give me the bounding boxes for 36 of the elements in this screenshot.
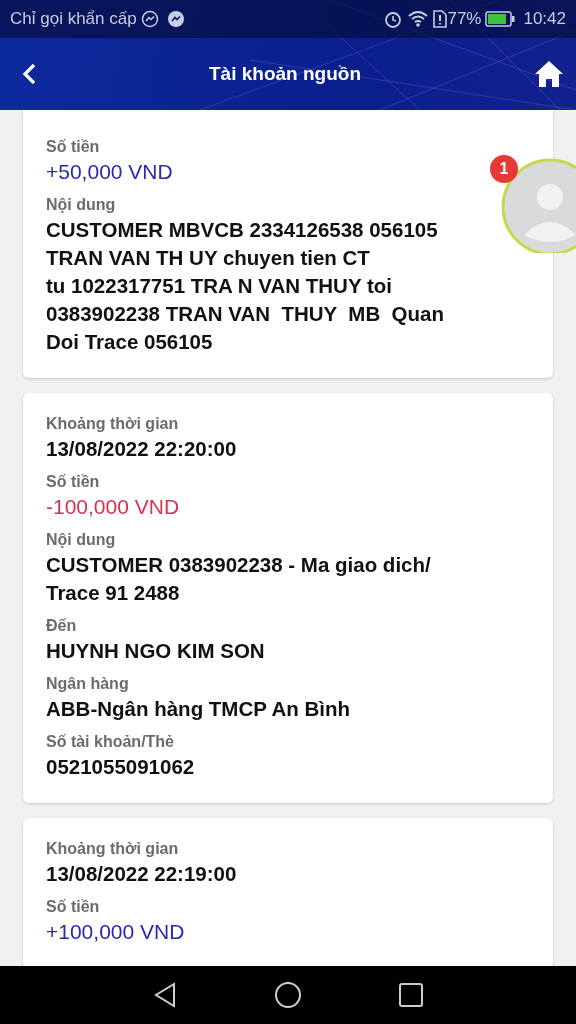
- field-value: CUSTOMER 0383902238 - Ma giao dich/ Trace 91 2488: [46, 552, 431, 606]
- field-label: Đến: [46, 616, 78, 636]
- field-value: 13/08/2022 22:19:00: [46, 861, 237, 887]
- field-value: 13/08/2022 22:20:00: [46, 436, 237, 462]
- battery-icon: [485, 11, 516, 27]
- field-value: ABB-Ngân hàng TMCP An Bình: [46, 696, 351, 722]
- field-label: Khoảng thời gian: [46, 414, 180, 434]
- sim-alert-icon: [433, 9, 448, 29]
- field-label: Ngân hàng: [46, 674, 130, 694]
- field-label: Nội dung: [46, 530, 117, 550]
- clock-time: 10:42: [523, 8, 566, 31]
- field-value: 0521055091062: [46, 754, 195, 780]
- home-icon[interactable]: [534, 59, 564, 89]
- messenger-icon: [140, 10, 159, 28]
- recents-nav-icon[interactable]: [398, 982, 424, 1008]
- battery-percent: 77%: [447, 8, 482, 31]
- amount-value: +100,000 VND: [46, 919, 185, 945]
- amount-value: -100,000 VND: [46, 494, 180, 520]
- chat-head-avatar[interactable]: [500, 157, 576, 253]
- amount-value: +50,000 VND: [46, 159, 173, 185]
- field-value: HUYNH NGO KIM SON: [46, 638, 265, 664]
- messenger-icon: [166, 10, 185, 28]
- carrier-text: Chỉ gọi khẩn cấp: [10, 8, 137, 31]
- back-icon[interactable]: [22, 63, 36, 85]
- wifi-icon: [407, 10, 430, 28]
- field-label: Số tài khoản/Thẻ: [46, 732, 175, 752]
- field-label: Số tiền: [46, 137, 101, 157]
- home-nav-icon[interactable]: [274, 981, 302, 1009]
- back-nav-icon[interactable]: [152, 981, 178, 1009]
- field-label: Khoảng thời gian: [46, 839, 180, 859]
- field-value: CUSTOMER MBVCB 2334126538 056105 TRAN VAN TH UY chuyen tien CT tu 1022317751 TRA N VAN THUY toi 0383902238 TRAN VAN THUY MB Quan Doi Trace 056105: [46, 217, 444, 355]
- alarm-icon: [383, 9, 404, 29]
- field-label: Số tiền: [46, 472, 101, 492]
- page-title: Tài khoản nguồn: [209, 62, 361, 84]
- field-label: Số tiền: [46, 897, 101, 917]
- field-label: Nội dung: [46, 195, 117, 215]
